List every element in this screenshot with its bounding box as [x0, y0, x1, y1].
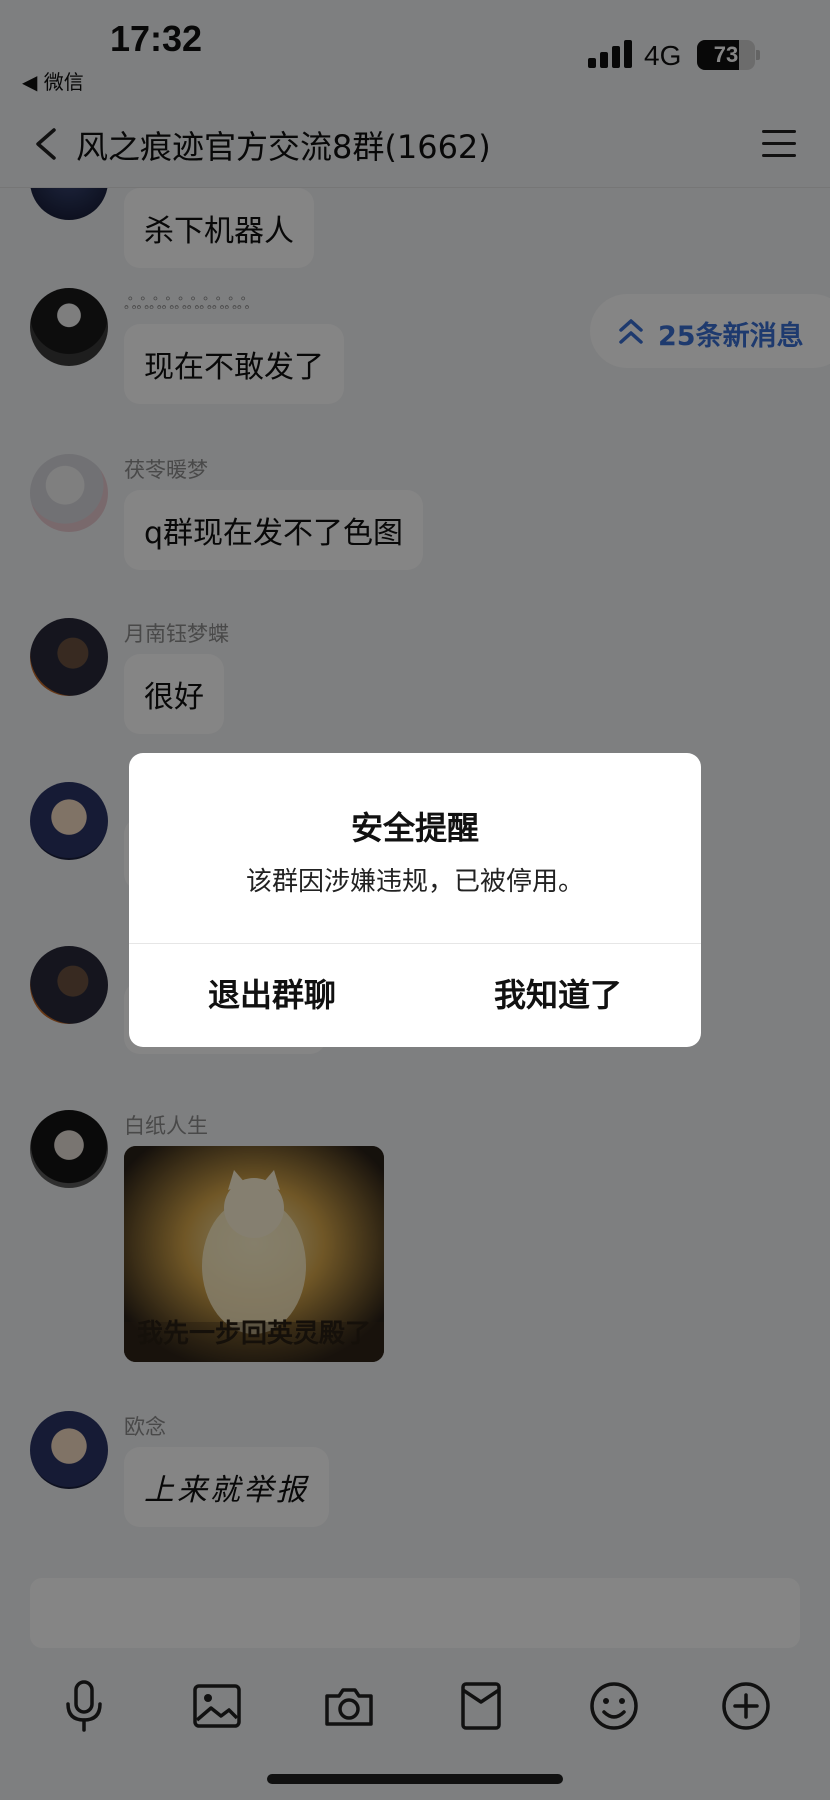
acknowledge-button[interactable]: 我知道了	[415, 944, 701, 1047]
security-alert-dialog: 安全提醒 该群因涉嫌违规，已被停用。 退出群聊 我知道了	[129, 753, 701, 1047]
exit-group-button[interactable]: 退出群聊	[129, 944, 415, 1047]
home-indicator[interactable]	[267, 1774, 563, 1784]
dialog-message: 该群因涉嫌违规，已被停用。	[245, 867, 584, 897]
dialog-title: 安全提醒	[350, 809, 479, 847]
